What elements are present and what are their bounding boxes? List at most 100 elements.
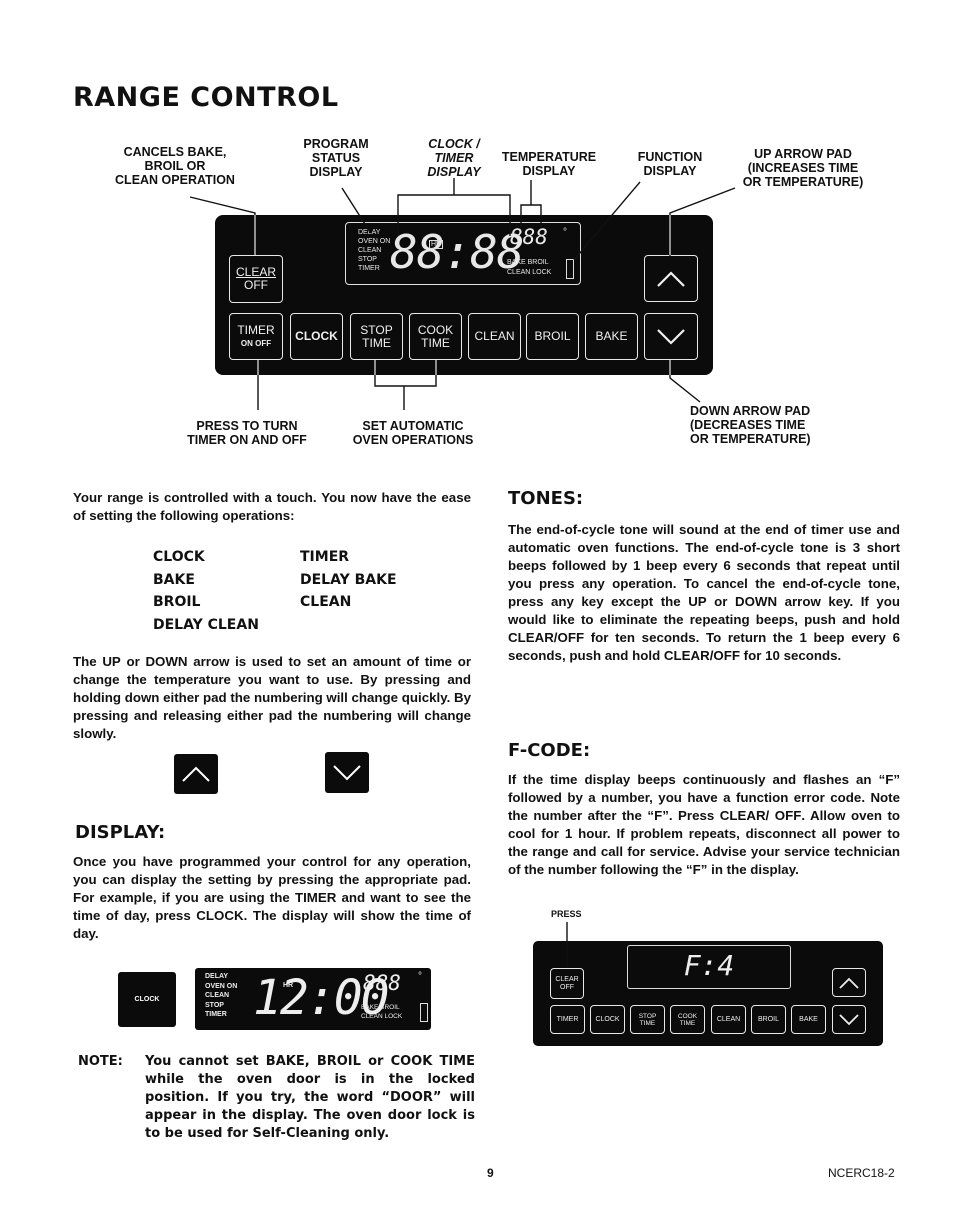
range-control-panel: DELAY OVEN ON CLEAN STOP TIMER 88:88 HR … [215,215,713,375]
hr-indicator: HR [283,982,294,989]
press-label: PRESS [551,909,582,919]
bake-label: BAKE [595,329,628,343]
clock-pad[interactable]: CLOCK [290,313,343,360]
fcode-bake-pad[interactable]: BAKE [791,1005,826,1034]
fcode-clear-off-pad[interactable]: CLEAR OFF [550,968,584,999]
clear-off-pad[interactable]: CLEAR OFF [229,255,283,303]
operation-item: CLOCK [153,549,205,565]
operation-item: CLEAN [300,594,352,610]
fcode-clean-pad[interactable]: CLEAN [711,1005,746,1034]
operation-item: DELAY BAKE [300,571,397,588]
arrows-paragraph: The UP or DOWN arrow is used to set an a… [73,653,471,743]
text-run: for 10 seconds. [739,648,842,663]
chevron-up-icon [657,270,685,287]
fcode-control-panel: F:4 CLEAR OFF TIMER CLOCK STOP TIME COOK… [533,941,883,1046]
broil-label: BROIL [534,329,571,343]
timer-on-off-pad[interactable]: TIMER ON OFF [229,313,283,360]
down-arrow-pad[interactable] [644,313,698,360]
chevron-down-icon [839,1013,859,1025]
broil-pad[interactable]: BROIL [526,313,579,360]
fcode-paragraph: If the time display beeps continuously a… [508,771,900,879]
text-run: . Press [668,808,720,823]
display-heading: DISPLAY: [75,822,166,843]
callout-down-arrow: DOWN ARROW PAD (DECREASES TIME OR TEMPER… [690,404,811,446]
display-paragraph: Once you have programmed your control fo… [73,853,471,943]
operations-list-col2: TIMER DELAY BAKE CLEAN [300,546,397,614]
callout-program-status: PROGRAM STATUS DISPLAY [303,137,369,179]
pad-label: CLOCK [595,1016,620,1023]
operation-item: BAKE [153,571,195,588]
emphasis-up: UP [102,654,121,669]
down-arrow-pad-sample [325,752,369,793]
stop-label: STOP [360,322,393,337]
callout-automatic: SET AUTOMATIC OVEN OPERATIONS [352,419,474,447]
fcode-stop-time-pad[interactable]: STOP TIME [630,1005,665,1034]
program-status-labels: DELAY OVEN ON CLEAN STOP TIMER [205,973,238,1018]
fcode-timer-pad[interactable]: TIMER [550,1005,585,1034]
cook-time-label: TIME [421,335,450,350]
emphasis-clock: CLOCK [196,908,244,923]
emphasis-down: DOWN [734,594,778,609]
fcode-broil-pad[interactable]: BROIL [751,1005,786,1034]
callout-temperature: TEMPERATURE DISPLAY [501,150,597,178]
tones-paragraph: The end-of-cycle tone will sound at the … [508,521,900,665]
program-status-labels: DELAY OVEN ON CLEAN STOP TIMER [358,229,391,272]
note-text: You cannot set BAKE, BROIL or COOK TIME … [145,1054,475,1141]
chevron-up-icon [839,977,859,989]
fcode-up-arrow-pad[interactable] [832,968,866,997]
text-run: or [706,594,735,609]
pad-label: STOP TIME [638,1012,657,1027]
fcode-down-arrow-pad[interactable] [832,1005,866,1034]
pad-label: BAKE [799,1016,818,1023]
fcode-heading: F-CODE: [508,740,591,761]
emphasis-clear-off: CLEAR/ OFF [719,808,802,823]
stop-time-label: TIME [362,335,391,350]
text-run: If the time display beeps continuously a… [508,772,879,787]
clean-pad[interactable]: CLEAN [468,313,521,360]
chevron-down-icon [657,328,685,345]
text-run: or [120,654,146,669]
clear-label: CLEAR [555,975,579,983]
timer-label: TIMER [237,322,275,337]
callout-cancels: CANCELS BAKE, BROIL OR CLEAN OPERATION [115,145,235,187]
callout-timer-onoff: PRESS TO TURN TIMER ON AND OFF [187,419,307,447]
clock-timer-digits: 88:88 [390,225,524,279]
pad-label: COOK TIME [677,1012,698,1027]
degree-symbol: ° [418,971,422,982]
fcode-cook-time-pad[interactable]: COOK TIME [670,1005,705,1034]
clock-label: CLOCK [134,996,160,1003]
clock-label: CLOCK [295,329,338,343]
pad-label: TIMER [556,1016,579,1023]
chevron-down-icon [333,765,361,781]
note-label: NOTE: [78,1054,123,1069]
emphasis-timer: TIMER [294,890,337,905]
hr-indicator: HR [429,240,444,249]
emphasis-up: UP [688,594,707,609]
page-number: 9 [487,1166,494,1180]
emphasis-f: “F” [647,808,669,823]
page-title: RANGE CONTROL [73,82,339,113]
document-code: NCERC18-2 [828,1166,895,1180]
emphasis-down: DOWN [145,654,188,669]
function-labels: BAKE BROIL CLEAN LOCK [507,259,552,276]
cook-label: COOK [417,322,454,337]
fcode-display: F:4 [627,945,791,989]
operation-item: DELAY CLEAN [153,616,259,633]
degree-symbol: ° [563,227,567,238]
bake-pad[interactable]: BAKE [585,313,638,360]
fcode-clock-pad[interactable]: CLOCK [590,1005,625,1034]
pad-label: BROIL [757,1016,779,1023]
emphasis-clear-off: CLEAR/OFF [663,648,740,663]
clock-pad-example: CLOCK [118,972,176,1027]
operations-list-col1: CLOCK BAKE BROIL DELAY CLEAN [153,546,259,636]
up-arrow-pad[interactable] [644,255,698,302]
function-labels: BAKE BROIL CLEAN LOCK [361,1004,403,1020]
tones-heading: TONES: [508,488,584,509]
stop-time-pad[interactable]: STOP TIME [350,313,403,360]
lcd-display: DELAY OVEN ON CLEAN STOP TIMER 88:88 HR … [345,222,581,285]
callout-up-arrow: UP ARROW PAD (INCREASES TIME OR TEMPERAT… [742,147,864,189]
door-lock-icon [420,1003,428,1022]
clean-label: CLEAN [474,329,515,343]
intro-paragraph: Your range is controlled with a touch. Y… [73,490,471,523]
cook-time-pad[interactable]: COOK TIME [409,313,462,360]
